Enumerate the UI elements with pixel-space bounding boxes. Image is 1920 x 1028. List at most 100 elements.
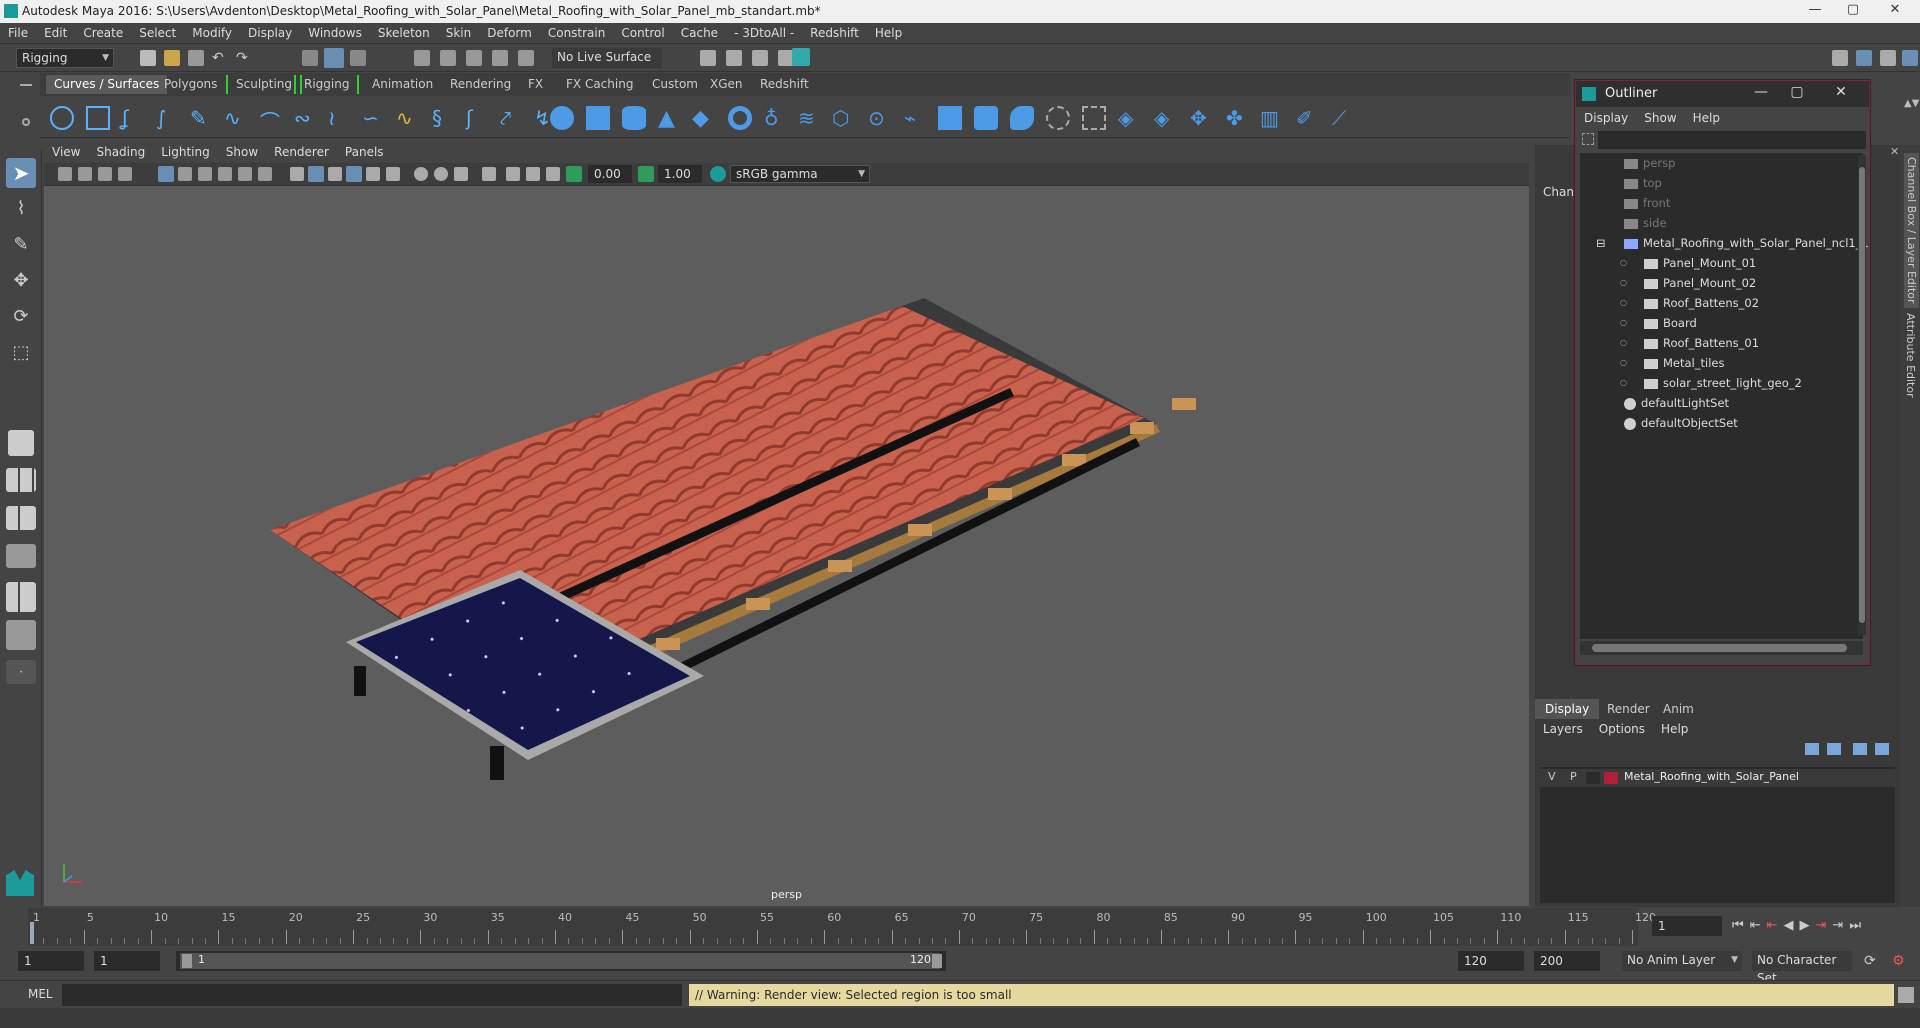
layer-color-swatch[interactable] xyxy=(1604,772,1618,784)
redo-icon[interactable]: ↷ xyxy=(236,50,252,66)
menu-deform[interactable]: Deform xyxy=(479,23,540,44)
anim-layer-dropdown[interactable]: No Anim Layer ▼ xyxy=(1622,951,1742,971)
tool-settings-icon[interactable] xyxy=(1880,50,1896,66)
loft-icon[interactable]: ≋ xyxy=(798,106,822,130)
layer-menu-options[interactable]: Options xyxy=(1599,719,1645,739)
outliner-menu-display[interactable]: Display xyxy=(1584,108,1628,128)
menu-help[interactable]: Help xyxy=(867,23,910,44)
isolate-select-icon[interactable] xyxy=(482,167,496,181)
maximize-button[interactable]: ▢ xyxy=(1833,2,1873,20)
minimize-button[interactable]: — xyxy=(1795,2,1835,20)
single-perspective-layout-icon[interactable] xyxy=(8,430,34,456)
outliner-item[interactable]: top xyxy=(1624,173,1662,193)
rebuild-curve-icon[interactable]: ʃ xyxy=(466,106,490,130)
outliner-item[interactable]: persp xyxy=(1624,153,1675,173)
outliner-item[interactable]: ○ Board xyxy=(1620,313,1697,333)
nurbs-sphere-icon[interactable] xyxy=(550,106,574,130)
go-to-start-icon[interactable]: ⏮ xyxy=(1732,918,1744,933)
menu-skin[interactable]: Skin xyxy=(438,23,480,44)
four-view-layout-icon[interactable] xyxy=(6,468,36,492)
step-forward-frame-icon[interactable]: ⇥ xyxy=(1832,918,1843,933)
current-frame-field[interactable]: 1 xyxy=(1652,916,1722,936)
step-back-key-icon[interactable]: ⇤ xyxy=(1767,918,1778,933)
outliner-filter-icon[interactable] xyxy=(1582,133,1594,145)
rebuild-surfaces-icon[interactable]: ⟋ xyxy=(1332,106,1356,130)
attribute-editor-tab[interactable]: Attribute Editor xyxy=(1904,313,1917,398)
project-curve-icon[interactable] xyxy=(1046,106,1070,130)
snap-view-plane-icon[interactable] xyxy=(492,50,508,66)
outliner-persp-graph-layout-icon[interactable] xyxy=(6,620,36,650)
outliner-menu-show[interactable]: Show xyxy=(1644,108,1676,128)
menu-3dtoall[interactable]: - 3DtoAll - xyxy=(726,23,802,44)
sculpt-geometry-icon[interactable]: ✐ xyxy=(1296,106,1320,130)
panel-close-icon[interactable]: ✕ xyxy=(1890,145,1899,158)
nurbs-torus-icon[interactable] xyxy=(728,106,752,130)
character-set-dropdown[interactable]: No Character Set xyxy=(1752,951,1852,985)
attach-surfaces-icon[interactable]: ✥ xyxy=(1190,106,1214,130)
command-input[interactable] xyxy=(62,984,682,1006)
menu-display[interactable]: Display xyxy=(240,23,300,44)
nurbs-cylinder-icon[interactable] xyxy=(622,106,646,130)
animation-start-field[interactable]: 1 xyxy=(18,951,84,971)
grid-icon[interactable] xyxy=(158,166,174,182)
textured-icon[interactable] xyxy=(346,166,362,182)
snap-live-icon[interactable] xyxy=(518,50,534,66)
persp-graph-layout-icon[interactable] xyxy=(6,544,36,568)
outliner-vertical-scrollbar[interactable] xyxy=(1858,155,1866,635)
viewport-menu-show[interactable]: Show xyxy=(226,142,258,163)
outliner-close-button[interactable]: ✕ xyxy=(1826,84,1856,100)
viewport-menu-view[interactable]: View xyxy=(52,142,80,163)
command-language-label[interactable]: MEL xyxy=(28,987,53,1001)
outliner-item[interactable]: defaultLightSet xyxy=(1624,393,1729,413)
shelf-tab-fx[interactable]: FX xyxy=(520,75,551,94)
xray-joints-icon[interactable] xyxy=(526,167,540,181)
paint-select-tool-icon[interactable]: ✎ xyxy=(6,230,36,260)
add-points-icon[interactable]: ⤤ xyxy=(500,106,524,130)
layer-tab-display[interactable]: Display xyxy=(1535,699,1600,719)
bookmark-icon[interactable] xyxy=(98,167,112,181)
exposure-field[interactable]: 0.00 xyxy=(588,165,632,183)
field-chart-icon[interactable] xyxy=(238,167,252,181)
outliner-item[interactable]: front xyxy=(1624,193,1670,213)
range-slider[interactable]: 1 120 xyxy=(176,951,946,971)
shelf-tab-curves-surfaces[interactable]: Curves / Surfaces xyxy=(46,75,168,94)
outliner-maximize-button[interactable]: ▢ xyxy=(1782,84,1812,100)
outliner-item[interactable]: side xyxy=(1624,213,1667,233)
outliner-item[interactable]: ⊟ Metal_Roofing_with_Solar_Panel_ncl1_1 xyxy=(1596,233,1869,253)
detach-surfaces-icon[interactable]: ✤ xyxy=(1226,106,1250,130)
menu-modify[interactable]: Modify xyxy=(184,23,240,44)
render-view-icon[interactable] xyxy=(700,50,716,66)
scale-tool-icon[interactable]: ⬚ xyxy=(6,338,36,368)
motion-blur-icon[interactable] xyxy=(434,167,448,181)
nurbs-circle-icon[interactable] xyxy=(50,106,74,130)
layer-tab-render[interactable]: Render xyxy=(1597,699,1660,719)
viewport-menu-renderer[interactable]: Renderer xyxy=(274,142,329,163)
birail-icon[interactable]: ⌁ xyxy=(904,106,928,130)
camera-select-icon[interactable] xyxy=(58,167,72,181)
hypershade-icon[interactable] xyxy=(792,48,810,66)
color-management-icon[interactable] xyxy=(710,166,726,182)
revolve-icon[interactable]: ♁ xyxy=(764,106,788,130)
menuset-dropdown[interactable]: Rigging ▼ xyxy=(16,48,114,68)
menu-file[interactable]: File xyxy=(0,23,36,44)
smooth-shade-icon[interactable] xyxy=(308,166,324,182)
layer-playback-toggle[interactable]: P xyxy=(1570,770,1577,783)
shelf-tab-custom[interactable]: Custom xyxy=(644,75,706,94)
new-scene-icon[interactable] xyxy=(140,50,156,66)
perspective-viewport[interactable]: persp xyxy=(44,186,1529,906)
select-tool-icon[interactable]: ➤ xyxy=(6,158,36,188)
outliner-menu-help[interactable]: Help xyxy=(1693,108,1720,128)
range-end-handle[interactable] xyxy=(932,954,942,968)
planar-icon[interactable]: ⬡ xyxy=(832,106,856,130)
persp-outliner-layout-icon[interactable] xyxy=(6,506,36,530)
shelf-tab-rigging[interactable]: Rigging xyxy=(294,75,360,94)
menu-control[interactable]: Control xyxy=(613,23,672,44)
menu-cache[interactable]: Cache xyxy=(673,23,726,44)
layer-name[interactable]: Metal_Roofing_with_Solar_Panel xyxy=(1624,770,1799,783)
play-backwards-icon[interactable]: ◀ xyxy=(1784,918,1794,933)
playback-end-field[interactable]: 120 xyxy=(1458,951,1524,971)
channel-box-toggle-icon[interactable] xyxy=(1902,50,1918,66)
outliner-search-input[interactable] xyxy=(1598,131,1866,149)
menu-redshift[interactable]: Redshift xyxy=(802,23,867,44)
shelf-tab-redshift[interactable]: Redshift xyxy=(752,75,817,94)
